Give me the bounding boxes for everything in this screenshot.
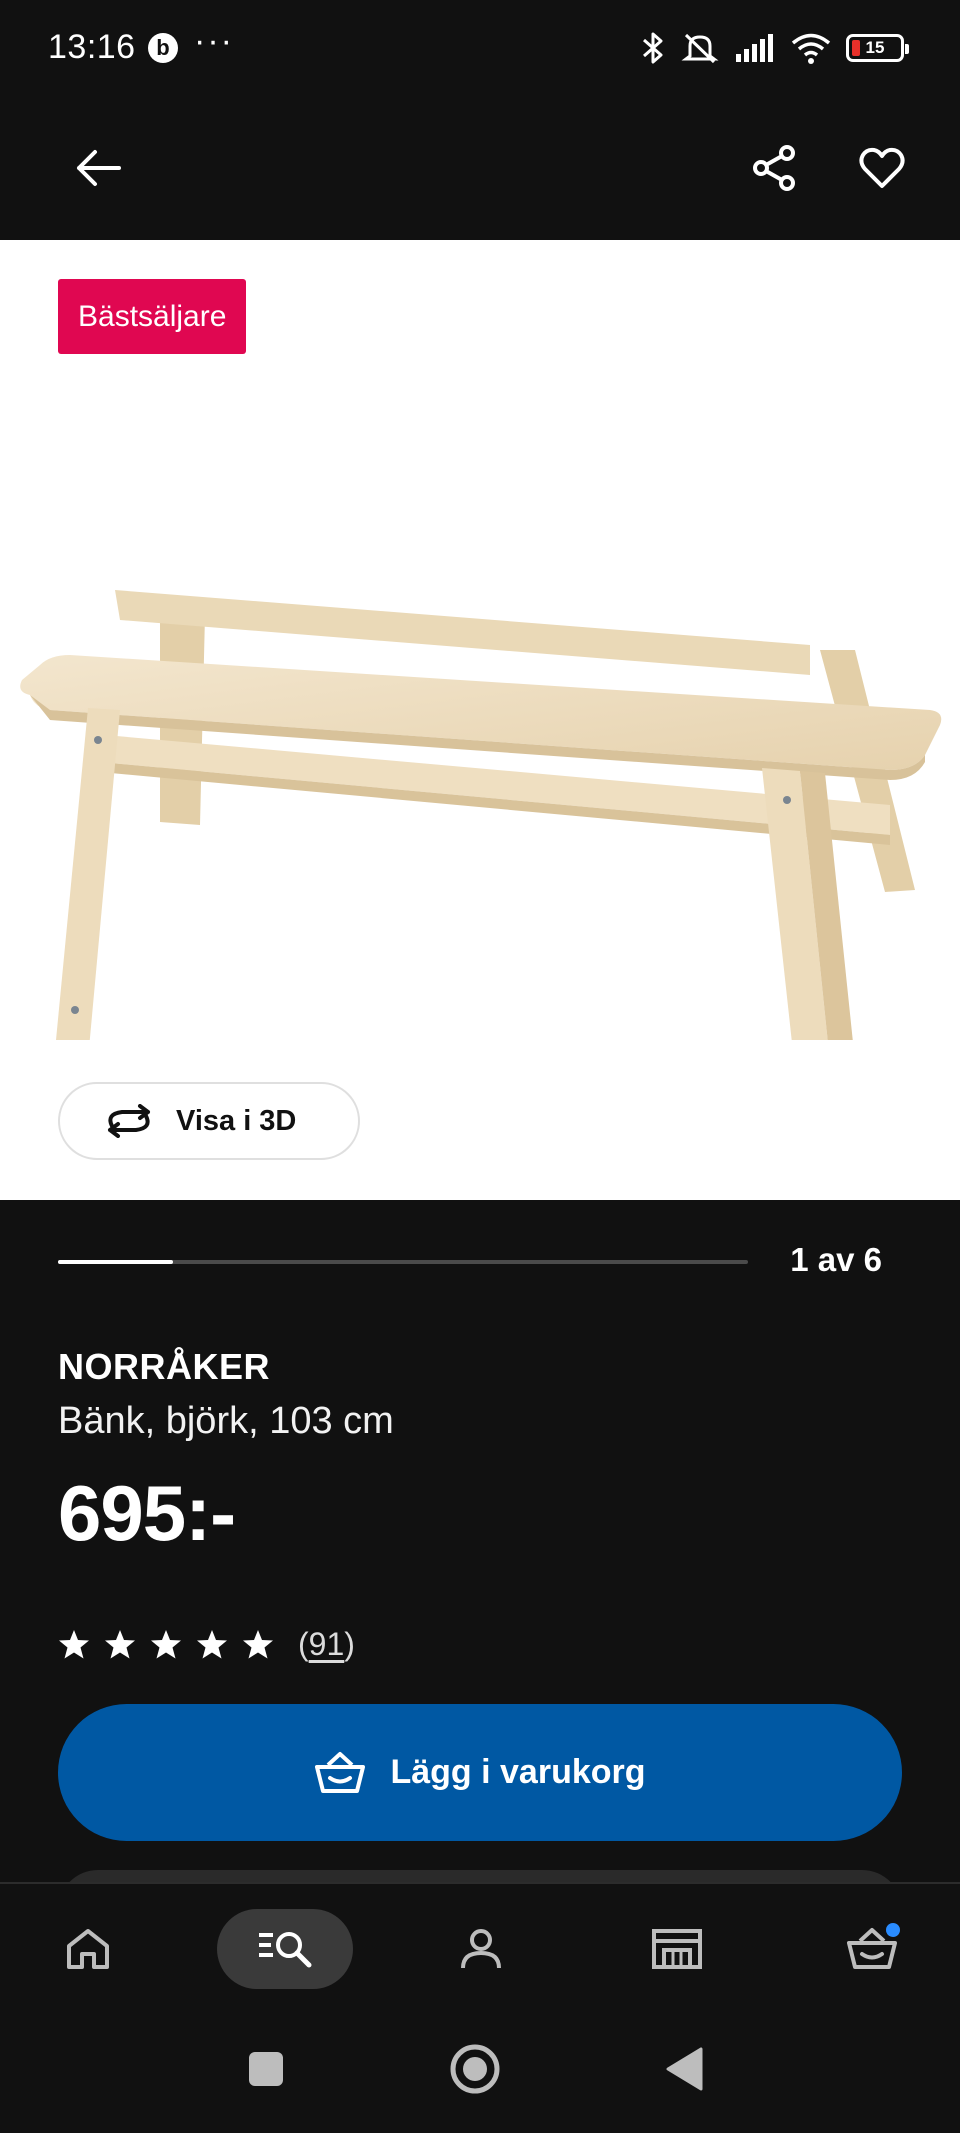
view-in-3d-button[interactable]: Visa i 3D [58,1082,360,1160]
nav-home[interactable] [20,1909,156,1989]
review-count: 91 [308,1626,345,1662]
share-button[interactable] [738,132,810,204]
wifi-icon [791,33,831,64]
product-name: NORRÅKER [58,1346,271,1387]
product-price: 695:- [58,1469,236,1557]
system-nav-bar [0,2012,960,2133]
product-description: Bänk, björk, 103 cm [58,1400,394,1442]
recents-button[interactable] [231,2034,301,2104]
battery-level: 15 [865,38,885,57]
battery-icon: 15 [846,34,909,62]
add-to-cart-button[interactable]: Lägg i varukorg [58,1704,902,1841]
home-icon [67,1929,109,1969]
star-icon [105,1630,135,1659]
share-icon [753,145,795,191]
nav-cart[interactable] [804,1909,940,1989]
home-circle-icon [450,2044,500,2094]
app-notification-icon: b [148,33,178,63]
add-to-cart-label: Lägg i varukorg [390,1753,646,1791]
bestseller-badge: Bästsäljare [58,279,247,354]
back-button[interactable] [62,132,134,204]
top-nav [0,96,960,240]
product-image-area[interactable]: Bästsäljare Visa i 3D [0,240,960,1200]
profile-icon [461,1929,501,1969]
status-bar: 13:16 b ··· 15 [0,0,960,96]
status-time: 13:16 [48,28,136,66]
more-notifications-icon: ··· [194,22,234,60]
bluetooth-icon [643,32,663,64]
search-list-icon [259,1932,312,1968]
star-icon [197,1630,227,1659]
carousel-progress [58,1260,748,1264]
product-image[interactable] [10,440,950,1040]
nav-profile[interactable] [413,1909,549,1989]
product-rating[interactable]: (91) [58,1626,355,1663]
star-icon [59,1630,89,1659]
signal-icon [736,34,773,62]
carousel-progress-fill [58,1260,173,1264]
back-system-button[interactable] [650,2034,720,2104]
home-system-button[interactable] [440,2034,510,2104]
nav-search[interactable] [217,1909,353,1989]
review-count-link[interactable]: (91) [298,1626,355,1663]
back-triangle-icon [666,2047,703,2091]
cart-notification-dot [886,1923,900,1937]
heart-icon [859,147,905,188]
page-indicator: 1 av 6 [790,1241,882,1278]
favorite-button[interactable] [846,132,918,204]
status-icons: 15 [640,28,909,68]
nav-stores[interactable] [609,1909,745,1989]
basket-icon [315,1751,366,1793]
star-icon [243,1630,273,1659]
star-icon [151,1630,181,1659]
view-in-3d-label: Visa i 3D [176,1104,297,1137]
store-icon [652,1929,702,1969]
recents-icon [249,2052,283,2086]
mute-icon [681,33,719,64]
arrow-left-icon [77,150,121,186]
bottom-nav [0,1882,960,2012]
rotate-3d-icon [108,1104,150,1138]
